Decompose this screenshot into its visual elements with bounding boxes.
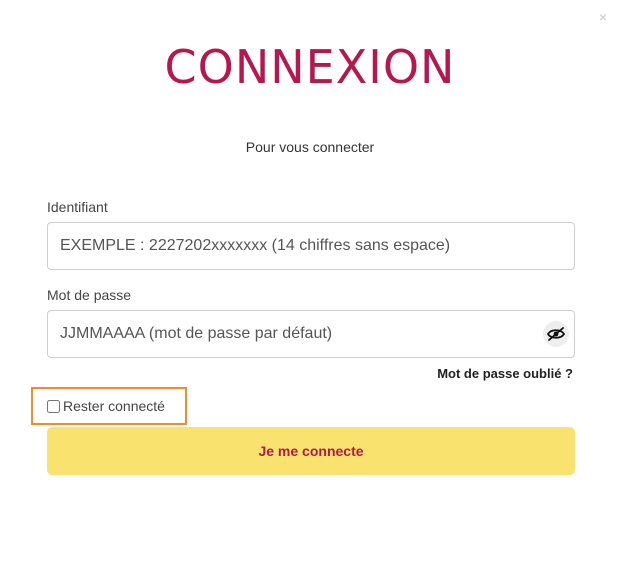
close-icon[interactable]: × — [596, 10, 610, 24]
page-title: CONNEXION — [164, 40, 456, 94]
identifier-label: Identifiant — [47, 199, 108, 215]
password-field — [47, 310, 575, 358]
identifier-field — [47, 222, 575, 270]
password-input[interactable] — [48, 311, 574, 357]
remember-me-checkbox[interactable] — [47, 399, 60, 413]
password-label: Mot de passe — [47, 287, 132, 303]
remember-me-label[interactable]: Rester connecté — [63, 398, 165, 414]
identifier-input[interactable] — [48, 223, 574, 269]
eye-slash-icon[interactable] — [543, 321, 569, 347]
subtitle: Pour vous connecter — [245, 139, 375, 155]
remember-me-highlight: Rester connecté — [31, 387, 187, 425]
login-modal: × CONNEXION Pour vous connecter Identifi… — [0, 0, 620, 564]
forgot-password-link[interactable]: Mot de passe oublié ? — [437, 366, 573, 381]
login-button[interactable]: Je me connecte — [47, 427, 575, 475]
